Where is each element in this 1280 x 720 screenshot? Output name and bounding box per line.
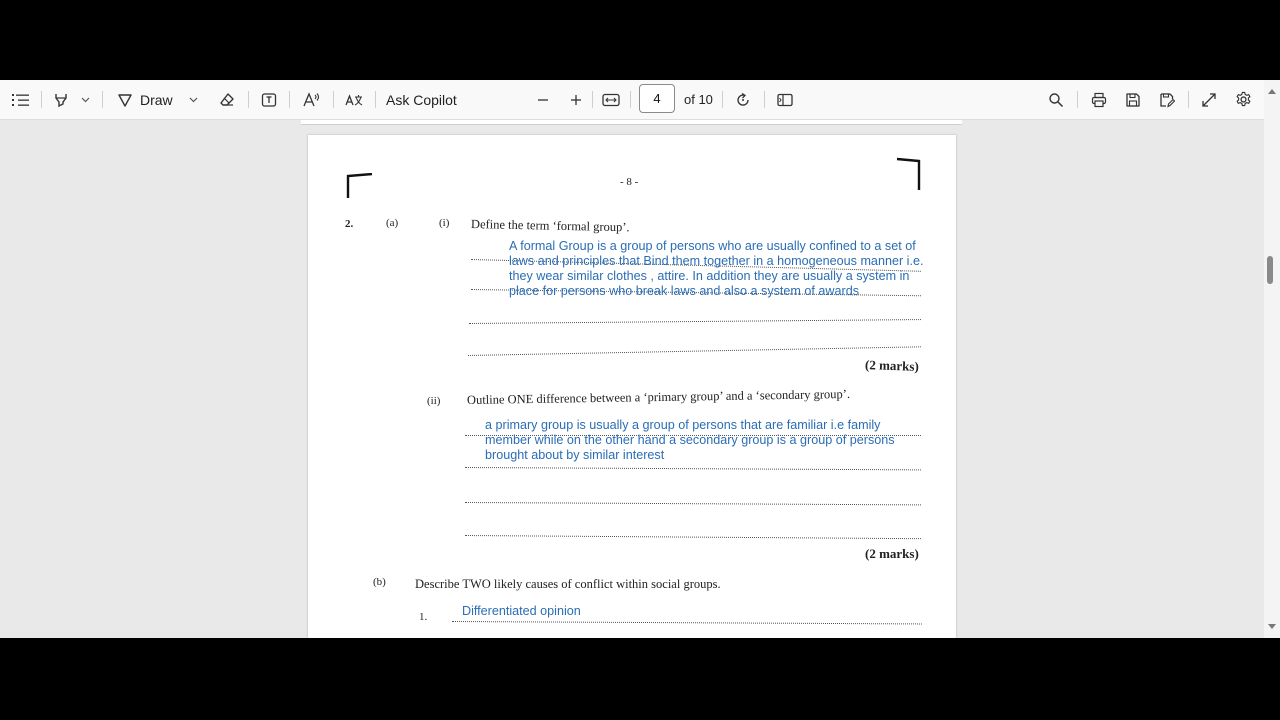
fit-width-icon[interactable] <box>600 80 622 119</box>
page-number-input[interactable]: 4 <box>639 84 675 113</box>
rotate-icon[interactable] <box>732 80 754 119</box>
answer-a-i-line: they wear similar clothes , attire. In a… <box>509 269 910 283</box>
ask-copilot-label: Ask Copilot <box>386 91 457 108</box>
zoom-out-icon[interactable] <box>532 80 554 119</box>
part-b-label: (b) <box>373 576 386 588</box>
crop-mark-top-left <box>346 173 373 198</box>
crop-mark-top-right <box>896 157 921 190</box>
search-icon[interactable] <box>1045 80 1067 119</box>
settings-gear-icon[interactable] <box>1232 80 1254 119</box>
pdf-page: - 8 - 2. (a) (i) Define the term ‘formal… <box>308 135 956 638</box>
question-a-i-text: Define the term ‘formal group’. <box>470 217 630 235</box>
marks-label: (2 marks) <box>864 357 920 374</box>
eraser-icon[interactable] <box>216 80 238 119</box>
question-number: 2. <box>345 218 354 230</box>
translate-icon[interactable] <box>342 80 366 119</box>
print-icon[interactable] <box>1088 80 1110 119</box>
answer-line <box>451 621 922 625</box>
textbox-icon[interactable] <box>258 80 280 119</box>
marks-label: (2 marks) <box>865 546 919 561</box>
answer-a-i-line: A formal Group is a group of persons who… <box>509 239 916 253</box>
answer-line <box>464 467 921 471</box>
answer-line <box>464 535 921 540</box>
part-a-label: (a) <box>386 217 399 229</box>
answer-a-ii-line: brought about by similar interest <box>485 448 665 462</box>
scroll-up-arrow-icon[interactable] <box>1268 88 1276 94</box>
highlight-options-chevron-down-icon[interactable] <box>78 80 92 119</box>
draw-label: Draw <box>140 91 173 108</box>
vertical-scrollbar[interactable] <box>1264 80 1280 638</box>
highlight-icon[interactable] <box>50 80 72 119</box>
answer-a-ii-line: a primary group is usually a group of pe… <box>485 418 881 432</box>
answer-a-i-line: laws and principles that Bind them toget… <box>509 254 924 268</box>
answer-line <box>464 502 921 506</box>
toolbar: Draw Ask Copilot 4 of 10 <box>0 80 1280 120</box>
answer-line <box>468 319 921 324</box>
sub-question-ii-label: (ii) <box>427 395 441 407</box>
draw-button[interactable]: Draw <box>140 80 180 119</box>
contents-icon[interactable] <box>8 80 34 119</box>
answer-a-i-line: place for persons who break laws and als… <box>509 284 859 298</box>
question-a-ii-text: Outline ONE difference between a ‘primar… <box>466 386 851 407</box>
pdf-viewer-window: Draw Ask Copilot 4 of 10 - 8 - 2. (a) (i… <box>0 80 1280 638</box>
draw-options-chevron-down-icon[interactable] <box>186 80 200 119</box>
answer-b-1: Differentiated opinion <box>462 604 581 618</box>
answer-line <box>467 346 921 356</box>
save-icon[interactable] <box>1122 80 1144 119</box>
draw-icon[interactable] <box>114 80 136 119</box>
zoom-in-icon[interactable] <box>565 80 587 119</box>
page-view-icon[interactable] <box>774 80 796 119</box>
read-aloud-icon[interactable] <box>300 80 324 119</box>
sub-question-i-label: (i) <box>439 217 450 229</box>
page-number-label: - 8 - <box>620 176 639 188</box>
item-1-label: 1. <box>419 611 428 623</box>
save-as-icon[interactable] <box>1156 80 1178 119</box>
ask-copilot-button[interactable]: Ask Copilot <box>386 80 466 119</box>
document-viewer[interactable]: - 8 - 2. (a) (i) Define the term ‘formal… <box>0 120 1264 638</box>
question-b-text: Describe TWO likely causes of conflict w… <box>415 577 721 591</box>
scroll-down-arrow-icon[interactable] <box>1268 624 1276 630</box>
scrollbar-thumb[interactable] <box>1267 256 1273 284</box>
fullscreen-icon[interactable] <box>1198 80 1220 119</box>
answer-a-ii-line: member while on the other hand a seconda… <box>485 433 895 447</box>
page-total-label: of 10 <box>684 92 713 107</box>
previous-page-edge <box>301 120 962 125</box>
